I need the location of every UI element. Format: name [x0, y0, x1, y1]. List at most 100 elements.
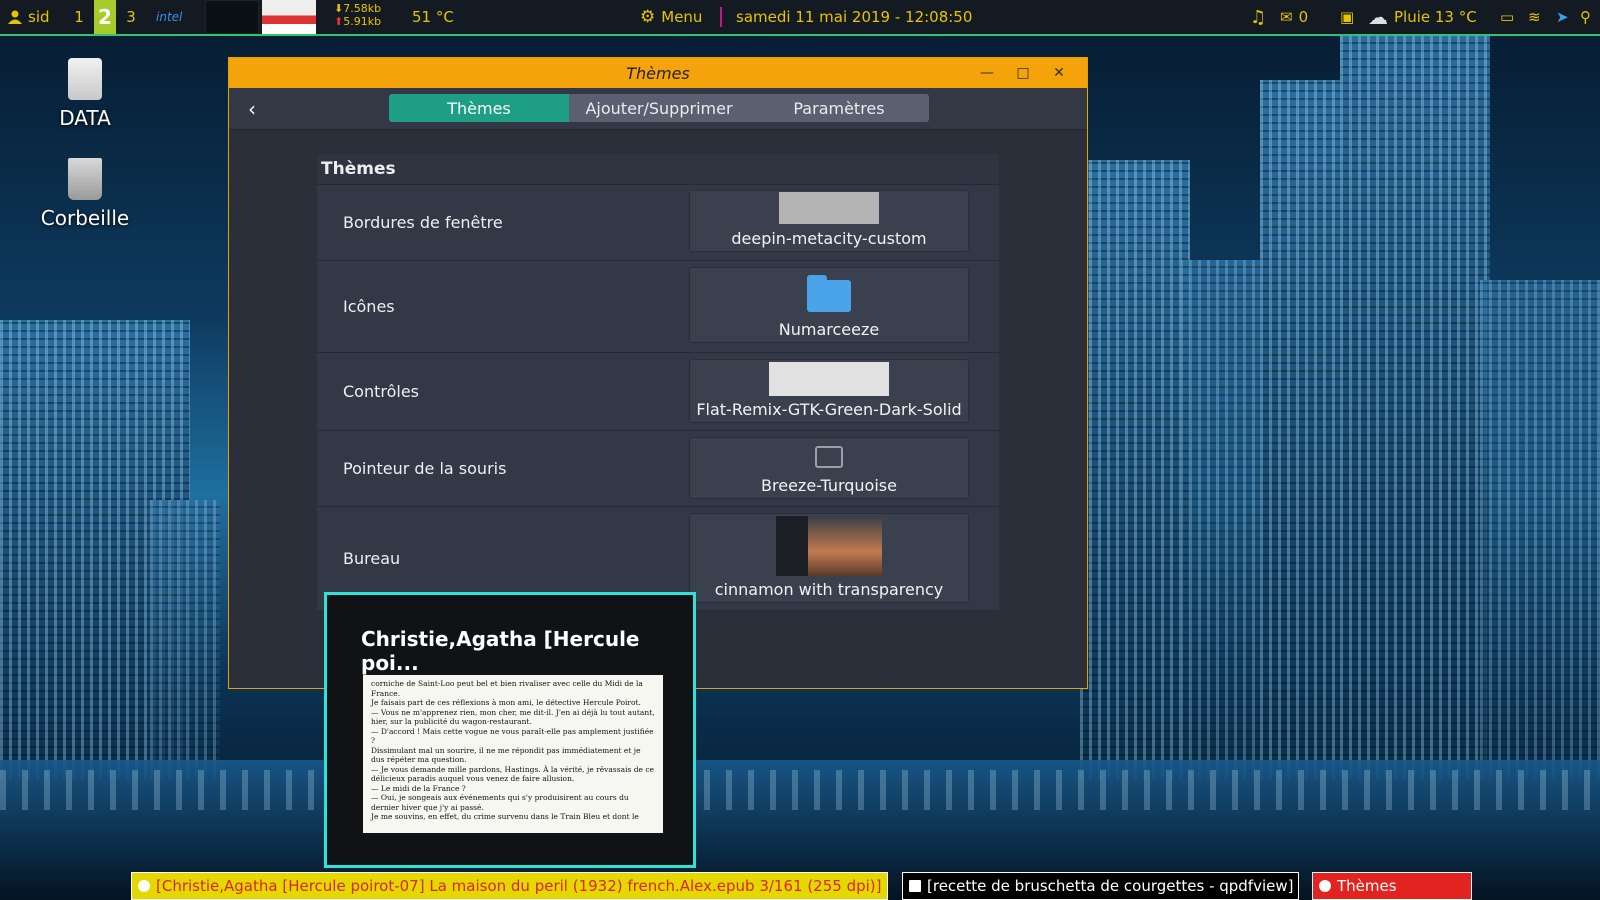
controls-preview [769, 362, 889, 396]
music-icon[interactable]: ♫ [1250, 0, 1266, 34]
minimize-icon: — [980, 65, 994, 81]
task-epub-reader[interactable]: [Christie,Agatha [Hercule poirot-07] La … [131, 872, 888, 900]
desktop-icon-trash[interactable]: Corbeille [30, 158, 140, 230]
cpu-temperature: 51 °C [412, 8, 454, 26]
row-label: Bordures de fenêtre [343, 213, 503, 232]
workspace-2[interactable]: 2 [94, 0, 116, 34]
window-titlebar[interactable]: Thèmes — □ ✕ [229, 58, 1087, 88]
workspace-1[interactable]: 1 [68, 0, 90, 34]
page-line: Je faisais part de ces réflexions à mon … [371, 698, 641, 707]
document-icon [909, 880, 921, 892]
section-title: Thèmes [317, 154, 999, 184]
window-toolbar: ‹ Thèmes Ajouter/Supprimer Paramètres [229, 88, 1087, 130]
page-line: Je me souvins, en effet, du crime surven… [371, 812, 639, 821]
user-name: sid [28, 8, 50, 26]
icons-button[interactable]: Numarceeze [689, 267, 969, 343]
folder-icon [807, 275, 851, 312]
page-line: — Je vous demande mille pardons, Hasting… [371, 764, 654, 784]
desktop-icon-label: DATA [59, 106, 111, 130]
clock[interactable]: samedi 11 mai 2019 - 12:08:50 [736, 0, 972, 34]
window-borders-button[interactable]: deepin-metacity-custom [689, 190, 969, 252]
desktop-icon-label: Corbeille [40, 206, 130, 230]
maximize-icon: □ [1016, 65, 1030, 81]
tab-settings[interactable]: Paramètres [749, 94, 929, 122]
bottom-taskbar: [Christie,Agatha [Hercule poirot-07] La … [0, 872, 1600, 900]
mouse-pointer-button[interactable]: Breeze-Turquoise [689, 437, 969, 499]
row-label: Contrôles [343, 382, 420, 401]
top-panel: sid 1 2 3 intel ⬇7.58kb ⬆5.91kb 51 °C ⚙ … [0, 0, 1600, 36]
row-label: Bureau [343, 549, 401, 568]
menu-button[interactable]: ⚙ Menu [640, 0, 702, 34]
gear-icon: ⚙ [640, 7, 656, 27]
lightbulb-icon[interactable]: ⚲ [1580, 0, 1591, 34]
drive-icon [68, 58, 102, 100]
close-icon: ✕ [1053, 65, 1065, 81]
row-label: Icônes [343, 297, 395, 316]
themes-section: Thèmes Bordures de fenêtre deepin-metaci… [317, 154, 999, 610]
row-label: Pointeur de la souris [343, 459, 507, 478]
row-value: Flat-Remix-GTK-Green-Dark-Solid [696, 400, 962, 419]
task-label: [recette de bruschetta de courgettes - q… [927, 877, 1294, 895]
row-value: Breeze-Turquoise [761, 476, 897, 495]
tab-add-remove[interactable]: Ajouter/Supprimer [569, 94, 749, 122]
mail-indicator[interactable]: ✉ 0 [1280, 0, 1308, 34]
app-icon [138, 880, 150, 892]
net-up: 5.91kb [343, 15, 382, 28]
row-icons: Icônes Numarceeze [317, 260, 999, 352]
window-title: Thèmes [626, 63, 690, 83]
mail-count: 0 [1298, 8, 1309, 26]
panel-separator [720, 7, 722, 27]
notes-icon[interactable]: ▭ [1500, 0, 1514, 34]
chevron-left-icon: ‹ [248, 97, 256, 121]
user-icon [8, 10, 22, 24]
row-controls: Contrôles Flat-Remix-GTK-Green-Dark-Soli… [317, 352, 999, 430]
tab-switcher: Thèmes Ajouter/Supprimer Paramètres [389, 94, 929, 122]
memory-graph [262, 0, 316, 34]
clipboard-icon[interactable]: ▣ [1340, 0, 1354, 34]
task-label: Thèmes [1337, 877, 1397, 895]
telegram-icon[interactable]: ➤ [1556, 0, 1569, 34]
row-value: Numarceeze [778, 320, 880, 339]
back-button[interactable]: ‹ [239, 96, 265, 122]
net-down: 7.58kb [343, 2, 382, 15]
preview-page: corniche de Saint-Loo peut bel et bien r… [363, 675, 663, 833]
controls-button[interactable]: Flat-Remix-GTK-Green-Dark-Solid [689, 359, 969, 423]
task-label: [Christie,Agatha [Hercule poirot-07] La … [156, 877, 882, 895]
trash-icon [68, 158, 102, 200]
rain-cloud-icon: ☁ [1368, 5, 1388, 29]
window-border-preview [779, 192, 879, 224]
page-line: — Vous ne m'apprenez rien, mon cher, me … [371, 707, 655, 727]
page-line: — Le midi de la France ? [371, 783, 466, 793]
app-icon [1319, 880, 1331, 892]
page-line: — D'accord ! Mais cette vogue ne vous pa… [371, 726, 654, 746]
image-placeholder-icon [815, 446, 843, 468]
desktop-icon-data[interactable]: DATA [30, 58, 140, 130]
mail-icon: ✉ [1280, 8, 1293, 26]
tab-themes[interactable]: Thèmes [389, 94, 569, 122]
preview-title: Christie,Agatha [Hercule poi... [361, 627, 640, 675]
task-qpdfview[interactable]: [recette de bruschetta de courgettes - q… [902, 872, 1299, 900]
cpu-graph [205, 0, 259, 34]
minimize-button[interactable]: — [969, 58, 1005, 88]
weather-widget[interactable]: ☁ Pluie 13 °C [1368, 0, 1477, 34]
window-preview-popup[interactable]: Christie,Agatha [Hercule poi... corniche… [324, 592, 696, 868]
weather-text: Pluie 13 °C [1394, 8, 1477, 26]
wifi-icon[interactable]: ≋ [1528, 0, 1541, 34]
task-themes[interactable]: Thèmes [1312, 872, 1472, 900]
menu-label: Menu [661, 8, 703, 26]
close-button[interactable]: ✕ [1041, 58, 1077, 88]
row-mouse-pointer: Pointeur de la souris Breeze-Turquoise [317, 430, 999, 506]
row-value: deepin-metacity-custom [731, 229, 927, 248]
page-line: — Oui, je songeais aux événements qui s'… [371, 793, 629, 812]
user-menu[interactable]: sid [8, 0, 50, 34]
page-line: corniche de Saint-Loo peut bel et bien r… [371, 679, 643, 698]
cpu-brand-icon: intel [156, 10, 183, 24]
workspace-3[interactable]: 3 [120, 0, 142, 34]
network-monitor: ⬇7.58kb ⬆5.91kb [334, 2, 382, 28]
maximize-button[interactable]: □ [1005, 58, 1041, 88]
row-window-borders: Bordures de fenêtre deepin-metacity-cust… [317, 184, 999, 260]
page-line: Dissimulant mal un sourire, il ne me rép… [371, 745, 641, 765]
row-value: cinnamon with transparency [714, 580, 944, 599]
desktop-theme-preview [776, 516, 882, 576]
desktop-theme-button[interactable]: cinnamon with transparency [689, 513, 969, 603]
